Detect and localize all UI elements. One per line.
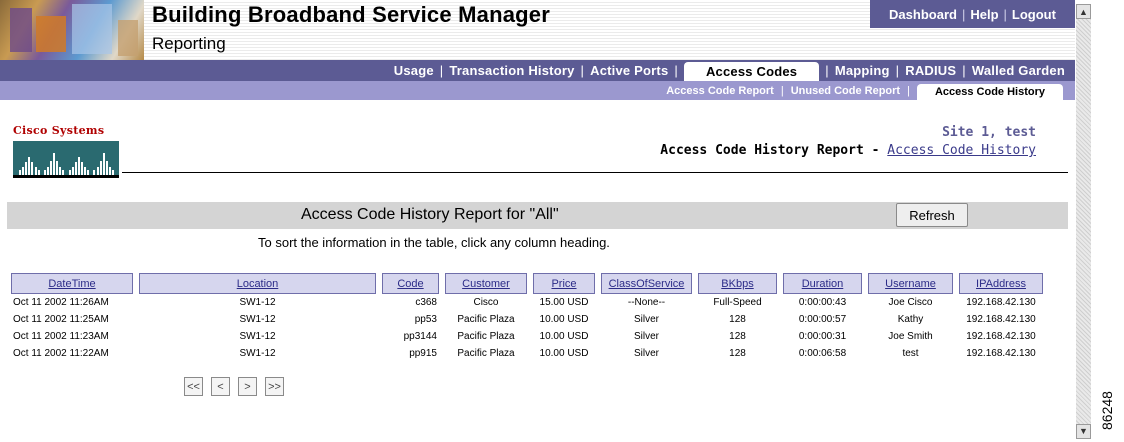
table-row: Oct 11 2002 11:26AM SW1-12 c368 Cisco 15.00 …	[11, 294, 1043, 311]
logout-link[interactable]: Logout	[1012, 7, 1056, 22]
subtab-access-code-report[interactable]: Access Code Report	[666, 85, 774, 97]
table-cell: SW1-12	[239, 348, 276, 359]
table-row: Oct 11 2002 11:22AM SW1-12 pp915 Pacific Pl…	[11, 345, 1043, 362]
column-header-ipaddress[interactable]: IPAddress	[959, 273, 1043, 294]
table-cell: Oct 11 2002 11:22AM	[13, 348, 109, 359]
table-cell: 15.00 USD	[539, 297, 589, 308]
table-cell: c368	[415, 297, 437, 308]
refresh-button[interactable]: Refresh	[896, 203, 968, 227]
table-cell: Silver	[633, 348, 659, 359]
column-header-location[interactable]: Location	[139, 273, 376, 294]
table-cell: pp915	[409, 348, 437, 359]
report-title-label: Access Code History Report	[660, 143, 864, 158]
app-header: Building Broadband Service Manager Repor…	[0, 0, 1075, 60]
scroll-down-button[interactable]: ▼	[1076, 424, 1091, 439]
table-cell: --None--	[627, 297, 666, 308]
subtab-unused-code-report[interactable]: Unused Code Report	[791, 85, 900, 97]
secondary-nav: Access Code Report | Unused Code Report | …	[0, 81, 1075, 100]
tab-active-ports[interactable]: Active Ports	[590, 63, 668, 78]
column-header-price[interactable]: Price	[533, 273, 595, 294]
first-page-button[interactable]: <<	[184, 377, 203, 396]
table-cell: SW1-12	[239, 314, 276, 325]
tab-radius[interactable]: RADIUS	[905, 63, 956, 78]
table-cell: 10.00 USD	[539, 314, 589, 325]
table-cell: Pacific Plaza	[457, 348, 515, 359]
table-header-row: DateTime Location Code Customer Price Cl…	[11, 273, 1043, 294]
column-header-code[interactable]: Code	[382, 273, 439, 294]
vertical-scrollbar[interactable]	[1076, 19, 1091, 424]
table-cell: 0:00:00:57	[798, 314, 847, 325]
table-cell: Silver	[633, 331, 659, 342]
table-cell: 0:00:00:43	[798, 297, 847, 308]
table-cell: 128	[729, 331, 746, 342]
table-cell: 192.168.42.130	[966, 314, 1036, 325]
table-cell: Joe Cisco	[888, 297, 933, 308]
table-cell: 192.168.42.130	[966, 297, 1036, 308]
table-cell: 10.00 USD	[539, 348, 589, 359]
table-cell: Oct 11 2002 11:23AM	[13, 331, 109, 342]
table-cell: SW1-12	[239, 297, 276, 308]
app-subtitle: Reporting	[152, 34, 226, 53]
subtab-access-code-history[interactable]: Access Code History	[916, 84, 1063, 100]
table-cell: Pacific Plaza	[457, 314, 515, 325]
site-name: Site 1, test	[942, 125, 1036, 140]
table-row: Oct 11 2002 11:25AM SW1-12 pp53 Pacific Pla…	[11, 311, 1043, 328]
table-row: Oct 11 2002 11:23AM SW1-12 pp3144 Pacific P…	[11, 328, 1043, 345]
column-header-datetime[interactable]: DateTime	[11, 273, 133, 294]
report-breadcrumb: Access Code History Report - Access Code…	[660, 143, 1036, 158]
tab-access-codes[interactable]: Access Codes	[683, 62, 820, 81]
column-header-duration[interactable]: Duration	[783, 273, 862, 294]
column-header-classofservice[interactable]: ClassOfService	[601, 273, 692, 294]
column-header-customer[interactable]: Customer	[445, 273, 527, 294]
table-cell: 128	[729, 348, 746, 359]
tab-usage[interactable]: Usage	[394, 63, 434, 78]
table-cell: Oct 11 2002 11:25AM	[13, 314, 109, 325]
tab-mapping[interactable]: Mapping	[835, 63, 890, 78]
scroll-up-button[interactable]: ▲	[1076, 4, 1091, 19]
table-cell: Full-Speed	[713, 297, 762, 308]
table-cell: Kathy	[897, 314, 924, 325]
next-page-button[interactable]: >	[238, 377, 257, 396]
table-cell: Cisco	[473, 297, 499, 308]
column-header-username[interactable]: Username	[868, 273, 953, 294]
top-links: Dashboard | Help | Logout	[870, 0, 1075, 28]
report-heading: Access Code History Report for "All"	[301, 206, 559, 223]
table-cell: Pacific Plaza	[457, 331, 515, 342]
dashboard-link[interactable]: Dashboard	[889, 7, 957, 22]
breadcrumb-separator: -	[871, 143, 880, 158]
primary-nav: Usage | Transaction History | Active Ports…	[0, 60, 1075, 81]
table-cell: 128	[729, 314, 746, 325]
table-cell: pp53	[414, 314, 437, 325]
table-cell: Oct 11 2002 11:26AM	[13, 297, 109, 308]
table-cell: Silver	[633, 314, 659, 325]
tab-transaction-history[interactable]: Transaction History	[449, 63, 574, 78]
cisco-bars-icon	[13, 141, 119, 178]
cisco-logo: Cisco Systems	[13, 124, 121, 178]
previous-page-button[interactable]: <	[211, 377, 230, 396]
help-link[interactable]: Help	[970, 7, 998, 22]
figure-number: 86248	[1099, 391, 1115, 430]
table-cell: Joe Smith	[888, 331, 933, 342]
app-title: Building Broadband Service Manager	[152, 2, 550, 27]
pager: << < > >>	[184, 377, 284, 396]
table-cell: 10.00 USD	[539, 331, 589, 342]
sort-hint: To sort the information in the table, cl…	[258, 235, 610, 250]
table-cell: 192.168.42.130	[966, 331, 1036, 342]
access-code-history-link[interactable]: Access Code History	[887, 143, 1036, 158]
table-cell: 192.168.42.130	[966, 348, 1036, 359]
history-table: DateTime Location Code Customer Price Cl…	[11, 273, 1043, 362]
divider	[122, 172, 1068, 173]
column-header-bkbps[interactable]: BKbps	[698, 273, 777, 294]
browser-frame: Building Broadband Service Manager Repor…	[0, 0, 1092, 442]
table-cell: test	[902, 348, 919, 359]
cisco-logo-text: Cisco Systems	[13, 124, 105, 137]
table-cell: 0:00:06:58	[798, 348, 847, 359]
buildings-banner-image	[0, 0, 144, 60]
table-cell: 0:00:00:31	[798, 331, 847, 342]
table-cell: SW1-12	[239, 331, 276, 342]
tab-walled-garden[interactable]: Walled Garden	[972, 63, 1065, 78]
table-cell: pp3144	[403, 331, 437, 342]
last-page-button[interactable]: >>	[265, 377, 284, 396]
